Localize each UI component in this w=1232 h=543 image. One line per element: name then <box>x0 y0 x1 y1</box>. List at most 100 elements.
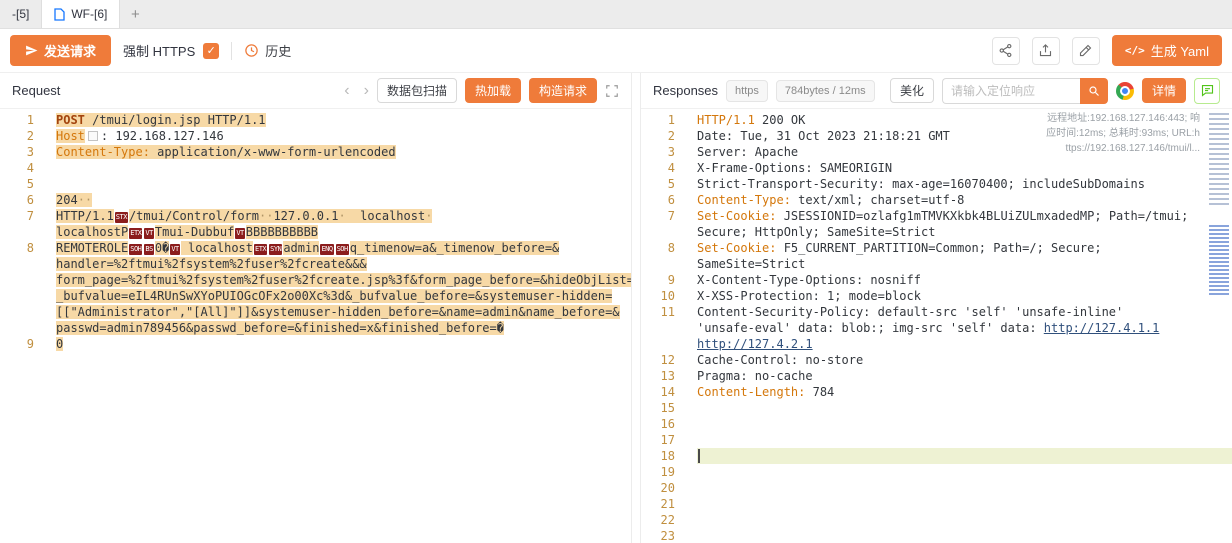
search-input[interactable] <box>942 78 1080 104</box>
code-segment: Content-Type: <box>697 193 791 207</box>
code-line[interactable]: 6Content-Type: text/xml; charset=utf-8 <box>641 192 1232 208</box>
code-line[interactable]: 1HTTP/1.1 200 OK <box>641 112 1232 128</box>
line-number: 3 <box>0 144 34 160</box>
search-button[interactable] <box>1080 78 1108 104</box>
request-editor[interactable]: 1POST /tmui/login.jsp HTTP/1.12Host: 192… <box>0 109 631 543</box>
packet-scan-button[interactable]: 数据包扫描 <box>377 78 457 103</box>
force-https-checkbox[interactable]: ✓ <box>203 43 219 59</box>
code-line[interactable]: 8Set-Cookie: F5_CURRENT_PARTITION=Common… <box>641 240 1232 256</box>
code-line[interactable]: 5Strict-Transport-Security: max-age=1607… <box>641 176 1232 192</box>
line-number: 7 <box>641 208 675 224</box>
code-line[interactable]: 13Pragma: no-cache <box>641 368 1232 384</box>
code-line[interactable]: 12Cache-Control: no-store <box>641 352 1232 368</box>
line-number: 3 <box>641 144 675 160</box>
generate-yaml-button[interactable]: </> 生成 Yaml <box>1112 35 1222 66</box>
size-time-badge: 784bytes / 12ms <box>776 80 875 102</box>
construct-request-button[interactable]: 构造请求 <box>529 78 597 103</box>
next-request-button[interactable]: › <box>364 83 369 99</box>
line-content <box>697 496 1232 512</box>
code-line[interactable]: 18 <box>641 448 1232 464</box>
line-number <box>0 320 34 336</box>
code-line[interactable]: 10X-XSS-Protection: 1; mode=block <box>641 288 1232 304</box>
code-line[interactable]: 6204·· <box>0 192 631 208</box>
code-line[interactable]: 15 <box>641 400 1232 416</box>
code-line[interactable]: 2Host: 192.168.127.146 <box>0 128 631 144</box>
code-line[interactable]: 4X-Frame-Options: SAMEORIGIN <box>641 160 1232 176</box>
line-content: [["Administrator","[All]"]]&systemuser-h… <box>56 304 631 320</box>
chat-icon <box>1200 83 1215 98</box>
beautify-button[interactable]: 美化 <box>890 78 934 103</box>
tab-5[interactable]: -[5] <box>0 0 42 28</box>
edit-button[interactable] <box>1072 37 1100 65</box>
code-line[interactable]: 1POST /tmui/login.jsp HTTP/1.1 <box>0 112 631 128</box>
line-content: Server: Apache <box>697 144 1232 160</box>
code-line[interactable]: 20 <box>641 480 1232 496</box>
code-line[interactable]: 8REMOTEROLESOHBS0�VT localhostETXSYNadmi… <box>0 240 631 256</box>
code-line[interactable]: 17 <box>641 432 1232 448</box>
code-line[interactable]: 11Content-Security-Policy: default-src '… <box>641 304 1232 320</box>
feedback-button[interactable] <box>1194 78 1220 104</box>
code-line[interactable]: 14Content-Length: 784 <box>641 384 1232 400</box>
code-line[interactable]: 4 <box>0 160 631 176</box>
code-line[interactable]: 90 <box>0 336 631 352</box>
line-number: 9 <box>0 336 34 352</box>
code-segment: X-XSS-Protection: 1; mode=block <box>697 289 921 303</box>
code-line[interactable]: passwd=admin789456&passwd_before=&finish… <box>0 320 631 336</box>
fullscreen-button[interactable] <box>605 84 619 98</box>
code-line[interactable]: 3 Server: Apache <box>641 144 1232 160</box>
code-segment: _bufvalue=eIL4RUnSwXYoPUIOGcOFx2o00Xc%3d… <box>56 289 612 303</box>
code-line[interactable]: 23 <box>641 528 1232 543</box>
add-tab-button[interactable]: + <box>120 0 150 28</box>
code-segment: · <box>425 209 432 223</box>
code-line[interactable]: 21 <box>641 496 1232 512</box>
response-editor[interactable]: 远程地址:192.168.127.146:443; 响 应时间:12ms; 总耗… <box>641 109 1232 543</box>
code-segment: X-Content-Type-Options: nosniff <box>697 273 921 287</box>
code-segment: Content-Type: <box>56 145 150 159</box>
prev-request-button[interactable]: ‹ <box>344 83 349 99</box>
tab-label: WF-[6] <box>71 7 107 21</box>
code-line[interactable]: localhostPETXVTTmui-DubbufVTBBBBBBBBBB <box>0 224 631 240</box>
share-button[interactable] <box>992 37 1020 65</box>
code-line[interactable]: [["Administrator","[All]"]]&systemuser-h… <box>0 304 631 320</box>
code-segment: Set-Cookie: <box>697 241 776 255</box>
details-button[interactable]: 详情 <box>1142 78 1186 103</box>
locate-response-search <box>942 78 1108 104</box>
code-line[interactable]: 5 <box>0 176 631 192</box>
code-segment: handler=%2ftmui%2fsystem%2fuser%2fcreate… <box>56 257 367 271</box>
export-icon <box>1038 43 1053 58</box>
code-line[interactable]: 19 <box>641 464 1232 480</box>
code-segment: Content-Security-Policy: default-src 'se… <box>697 305 1123 319</box>
code-line[interactable]: 7Set-Cookie: JSESSIONID=ozlafg1mTMVKXkbk… <box>641 208 1232 224</box>
code-line[interactable]: http://127.4.2.1 <box>641 336 1232 352</box>
code-line[interactable]: 22 <box>641 512 1232 528</box>
edit-icon <box>1078 43 1093 58</box>
code-line[interactable]: _bufvalue=eIL4RUnSwXYoPUIOGcOFx2o00Xc%3d… <box>0 288 631 304</box>
send-request-button[interactable]: 发送请求 <box>10 35 111 66</box>
code-line[interactable]: 3Content-Type: application/x-www-form-ur… <box>0 144 631 160</box>
code-segment: F5_CURRENT_PARTITION=Common; Path=/; Sec… <box>776 241 1101 255</box>
tab-wf6[interactable]: WF-[6] <box>42 0 120 28</box>
open-in-chrome-button[interactable] <box>1116 82 1134 100</box>
control-char-badge: SOH <box>129 244 142 255</box>
code-line[interactable]: 7HTTP/1.1STX/tmui/Control/form··127.0.0.… <box>0 208 631 224</box>
line-number: 12 <box>641 352 675 368</box>
history-button[interactable]: 历史 <box>244 41 291 60</box>
request-panel-header: Request ‹ › 数据包扫描 热加载 构造请求 <box>0 73 631 109</box>
code-line[interactable]: 2Date: Tue, 31 Oct 2023 21:18:21 GMT <box>641 128 1232 144</box>
line-content <box>697 528 1232 543</box>
code-segment: � <box>497 321 504 335</box>
line-number: 6 <box>0 192 34 208</box>
hot-reload-button[interactable]: 热加载 <box>465 78 521 103</box>
code-line[interactable]: 16 <box>641 416 1232 432</box>
panel-splitter[interactable] <box>632 73 641 543</box>
code-line[interactable]: 'unsafe-eval' data: blob:; img-src 'self… <box>641 320 1232 336</box>
code-segment: localhost <box>346 209 425 223</box>
code-line[interactable]: 9X-Content-Type-Options: nosniff <box>641 272 1232 288</box>
code-line[interactable]: handler=%2ftmui%2fsystem%2fuser%2fcreate… <box>0 256 631 272</box>
control-char-badge: VT <box>170 244 179 255</box>
code-line[interactable]: form_page=%2ftmui%2fsystem%2fuser%2fcrea… <box>0 272 631 288</box>
export-button[interactable] <box>1032 37 1060 65</box>
line-content: http://127.4.2.1 <box>697 336 1232 352</box>
code-line[interactable]: SameSite=Strict <box>641 256 1232 272</box>
code-line[interactable]: Secure; HttpOnly; SameSite=Strict <box>641 224 1232 240</box>
